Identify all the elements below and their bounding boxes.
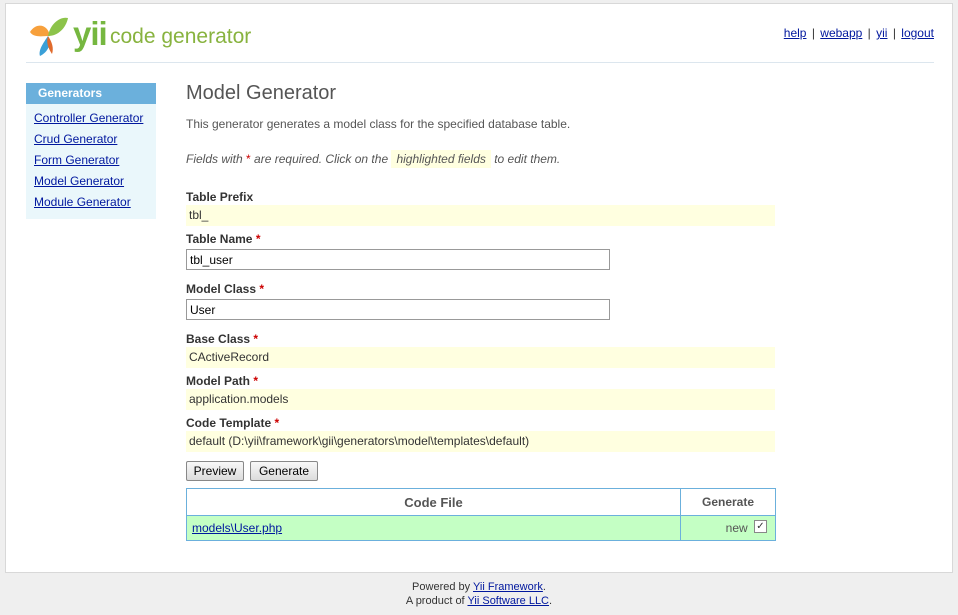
generate-header: Generate xyxy=(680,488,776,516)
sidebar-link-form-generator[interactable]: Form Generator xyxy=(34,153,119,167)
note-suffix: to edit them. xyxy=(494,152,561,166)
footer-period: . xyxy=(542,581,546,593)
top-nav: help | webapp | yii | logout xyxy=(784,26,934,40)
sidebar-link-crud-generator[interactable]: Crud Generator xyxy=(34,132,117,146)
yii-framework-link[interactable]: Yii Framework xyxy=(473,581,543,593)
required-star: * xyxy=(246,152,251,166)
sidebar-item-form-generator: Form Generator xyxy=(34,150,156,171)
header-divider xyxy=(26,62,934,63)
file-status: new xyxy=(725,520,748,535)
footer-period: . xyxy=(549,595,553,607)
logo-subtitle: code generator xyxy=(110,25,252,48)
page-description: This generator generates a model class f… xyxy=(186,117,571,131)
table-name-label: Table Name * xyxy=(186,232,260,246)
code-template-label: Code Template * xyxy=(186,416,279,430)
required-star: * xyxy=(274,416,280,430)
model-class-label-text: Model Class xyxy=(186,282,257,296)
table-name-label-text: Table Name xyxy=(186,232,253,246)
nav-separator: | xyxy=(867,26,871,40)
generate-checkbox[interactable]: ✓ xyxy=(754,520,767,534)
note-prefix: Fields with xyxy=(186,152,243,166)
generate-button[interactable]: Generate xyxy=(250,461,318,481)
sidebar: Generators Controller Generator Crud Gen… xyxy=(26,83,156,219)
sidebar-item-module-generator: Module Generator xyxy=(34,192,156,213)
sidebar-list: Controller Generator Crud Generator Form… xyxy=(26,104,156,213)
sidebar-item-controller-generator: Controller Generator xyxy=(34,108,156,129)
model-class-label: Model Class * xyxy=(186,282,264,296)
logout-link[interactable]: logout xyxy=(901,26,934,40)
preview-button[interactable]: Preview xyxy=(186,461,244,481)
footer: Powered by Yii Framework. A product of Y… xyxy=(0,580,958,608)
footer-line-1: Powered by Yii Framework. xyxy=(0,580,958,594)
page-title: Model Generator xyxy=(186,82,337,104)
base-class-label: Base Class * xyxy=(186,332,258,346)
code-file-header: Code File xyxy=(186,488,681,516)
model-class-input[interactable] xyxy=(186,299,610,320)
table-header-row: Code File Generate xyxy=(186,488,776,516)
required-star: * xyxy=(255,232,261,246)
sidebar-link-controller-generator[interactable]: Controller Generator xyxy=(34,111,143,125)
table-prefix-label: Table Prefix xyxy=(186,190,253,204)
required-star: * xyxy=(253,332,259,346)
footer-product-text: A product of xyxy=(405,595,465,607)
code-file-cell: models\User.php xyxy=(186,515,681,541)
model-path-label-text: Model Path xyxy=(186,374,251,388)
sidebar-title: Generators xyxy=(26,83,156,104)
nav-separator: | xyxy=(892,26,896,40)
code-files-table: Code File Generate models\User.php new ✓ xyxy=(186,488,776,541)
webapp-link[interactable]: webapp xyxy=(820,26,862,40)
sidebar-item-crud-generator: Crud Generator xyxy=(34,129,156,150)
base-class-field[interactable]: CActiveRecord xyxy=(186,347,775,368)
model-path-label: Model Path * xyxy=(186,374,258,388)
yii-software-link[interactable]: Yii Software LLC xyxy=(467,595,549,607)
yii-link[interactable]: yii xyxy=(876,26,887,40)
code-file-link[interactable]: models\User.php xyxy=(192,521,282,535)
required-star: * xyxy=(259,282,265,296)
code-template-label-text: Code Template xyxy=(186,416,272,430)
table-prefix-label-text: Table Prefix xyxy=(186,190,254,204)
footer-line-2: A product of Yii Software LLC. xyxy=(0,594,958,608)
model-path-field[interactable]: application.models xyxy=(186,389,775,410)
generate-cell: new ✓ xyxy=(680,515,776,541)
yii-logo-icon xyxy=(30,17,68,56)
sidebar-item-model-generator: Model Generator xyxy=(34,171,156,192)
base-class-label-text: Base Class xyxy=(186,332,251,346)
logo-yii-text: yii xyxy=(73,15,108,52)
table-row: models\User.php new ✓ xyxy=(186,515,776,541)
nav-separator: | xyxy=(811,26,815,40)
note-highlight: highlighted fields xyxy=(391,150,491,168)
page-container: yii code generator help | webapp | yii |… xyxy=(5,3,953,573)
note-middle: are required. Click on the xyxy=(254,152,389,166)
required-note: Fields with * are required. Click on the… xyxy=(186,150,561,168)
table-name-input[interactable] xyxy=(186,249,610,270)
required-star: * xyxy=(253,374,259,388)
footer-powered-text: Powered by xyxy=(412,581,471,593)
help-link[interactable]: help xyxy=(784,26,807,40)
sidebar-link-module-generator[interactable]: Module Generator xyxy=(34,195,131,209)
code-template-field[interactable]: default (D:\yii\framework\gii\generators… xyxy=(186,431,775,452)
sidebar-link-model-generator[interactable]: Model Generator xyxy=(34,174,124,188)
table-prefix-field[interactable]: tbl_ xyxy=(186,205,775,226)
